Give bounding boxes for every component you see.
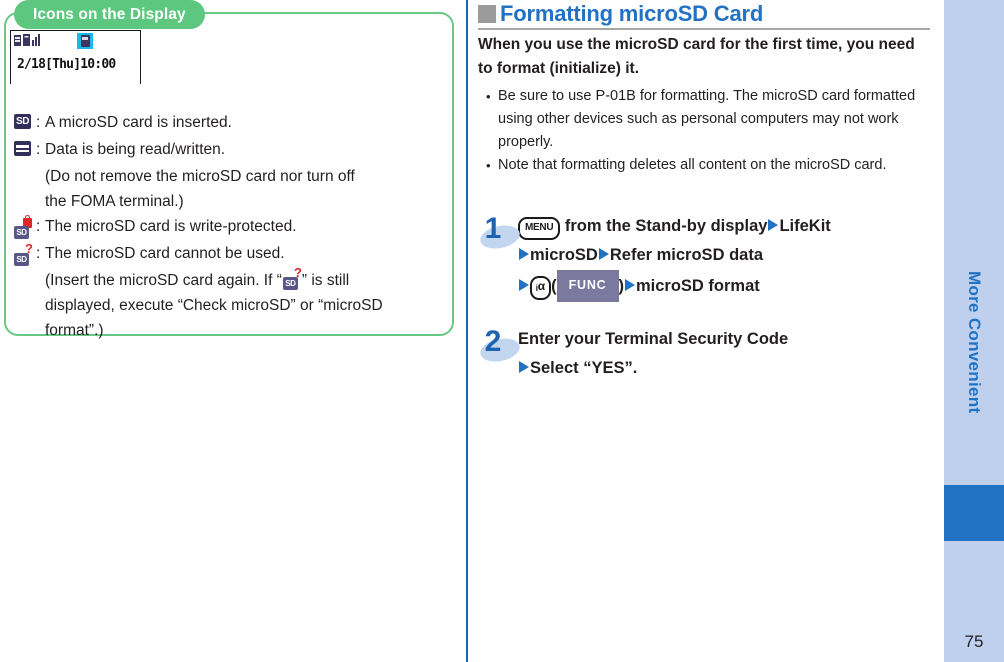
legend-row: SD : The microSD card is write-protected… xyxy=(14,214,444,239)
page-title: Formatting microSD Card xyxy=(500,1,764,26)
phone-clock-text: 2/18[Thu]10:00 xyxy=(17,57,116,72)
ialpha-key-icon[interactable]: ᵢα xyxy=(530,276,552,300)
step-text: from the Stand-by display xyxy=(564,217,768,235)
sd-write-protected-icon: SD xyxy=(14,214,36,239)
step-text: Enter your Terminal Security Code xyxy=(518,330,789,348)
legend-continuation-line: the FOMA terminal.) xyxy=(45,193,184,210)
icons-on-display-tab-title: Icons on the Display xyxy=(14,0,205,29)
heading-divider xyxy=(478,28,930,30)
sd-unusable-icon: ? SD xyxy=(14,241,36,266)
legend-colon: : xyxy=(36,218,41,235)
step-1: 1 MENU from the Stand-by display LifeKit … xyxy=(478,212,934,302)
func-softkey-button[interactable]: FUNC xyxy=(556,270,619,302)
step-text: Refer microSD data xyxy=(609,246,763,264)
bullet-dot-icon: • xyxy=(486,89,491,104)
bullet-list: • Be sure to use P-01B for formatting. T… xyxy=(486,85,932,177)
arrow-right-icon xyxy=(625,279,635,291)
step-1-body: MENU from the Stand-by display LifeKit mi… xyxy=(518,212,934,302)
lead-paragraph: When you use the microSD card for the fi… xyxy=(478,36,915,77)
legend-text: The microSD card is write-protected. xyxy=(45,218,297,235)
phone-status-bar xyxy=(11,31,140,51)
legend-text: The microSD card cannot be used. xyxy=(45,245,285,262)
section-heading: Formatting microSD Card xyxy=(478,0,930,28)
step-text: LifeKit xyxy=(779,217,831,235)
step-text: Select “YES”. xyxy=(530,359,638,377)
phone-display-mockup: 2/18[Thu]10:00 xyxy=(10,30,141,84)
chapter-title-vertical: More Convenient xyxy=(965,270,984,414)
legend-continuation-line: (Insert the microSD card again. If “ ? S… xyxy=(45,266,444,293)
left-column: Icons on the Display 2/18[Thu]10:00 SD:… xyxy=(0,0,462,662)
step-number-badge: 2 xyxy=(478,325,522,369)
legend-continuation-text: ” is still xyxy=(301,272,350,289)
legend-row: SD : A microSD card is inserted. xyxy=(14,110,444,135)
list-item: • Be sure to use P-01B for formatting. T… xyxy=(486,85,932,154)
icon-legend-list: SD : A microSD card is inserted. : Data … xyxy=(14,110,444,343)
signal-and-battery-icons xyxy=(14,34,40,46)
step-text: microSD xyxy=(530,246,598,264)
menu-key-icon[interactable]: MENU xyxy=(518,217,561,240)
legend-continuation-line: (Do not remove the microSD card nor turn… xyxy=(45,168,355,185)
chapter-marker xyxy=(944,485,1004,541)
page-number: 75 xyxy=(964,632,984,651)
arrow-right-icon xyxy=(768,219,779,231)
step-number-badge: 1 xyxy=(478,212,522,256)
right-column: Formatting microSD Card When you use the… xyxy=(478,0,934,662)
legend-text: A microSD card is inserted. xyxy=(45,114,232,131)
step-text: microSD format xyxy=(636,277,760,295)
bullet-dot-icon: • xyxy=(486,158,491,173)
legend-continuation-text: (Insert the microSD card again. If “ xyxy=(45,272,282,289)
legend-colon: : xyxy=(36,141,41,158)
list-item-text: Note that formatting deletes all content… xyxy=(498,157,887,173)
paren-close: ) xyxy=(618,277,625,295)
step-2-body: Enter your Terminal Security Code Select… xyxy=(518,325,934,383)
legend-row: ? SD : The microSD card cannot be used. xyxy=(14,241,444,266)
read-write-icon xyxy=(14,137,36,156)
chapter-side-tab: More Convenient 75 xyxy=(944,0,1004,662)
step-2: 2 Enter your Terminal Security Code Sele… xyxy=(478,325,934,383)
heading-square-icon xyxy=(478,5,496,23)
legend-colon: : xyxy=(36,245,41,262)
legend-row: : Data is being read/written. xyxy=(14,137,444,162)
list-item-text: Be sure to use P-01B for formatting. The… xyxy=(498,88,916,150)
column-divider xyxy=(466,0,468,662)
legend-text: Data is being read/written. xyxy=(45,141,226,158)
sd-card-icon: SD xyxy=(14,110,36,129)
highlighted-microsd-icon xyxy=(77,33,93,49)
legend-continuation-line: displayed, execute “Check microSD” or “m… xyxy=(45,297,383,314)
sd-unusable-icon-inline: ? SD xyxy=(282,266,302,290)
list-item: • Note that formatting deletes all conte… xyxy=(486,154,932,177)
arrow-right-icon xyxy=(598,248,609,260)
arrow-right-icon xyxy=(519,279,529,291)
step-number: 2 xyxy=(484,325,502,358)
step-number: 1 xyxy=(484,212,502,245)
legend-colon: : xyxy=(36,114,41,131)
legend-continuation-line: format”.) xyxy=(45,322,104,339)
